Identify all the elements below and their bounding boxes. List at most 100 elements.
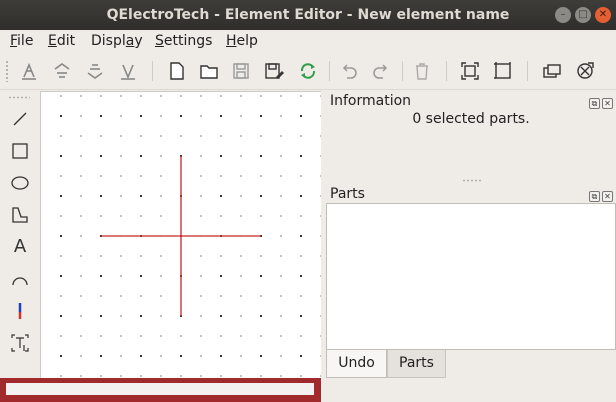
open-icon[interactable] (198, 60, 220, 82)
grid-dot (140, 335, 142, 337)
zoom-fit-icon[interactable] (459, 60, 481, 82)
grid-dot (160, 255, 162, 257)
save-icon[interactable] (230, 60, 252, 82)
arc-icon[interactable] (9, 268, 31, 290)
grid-dot (120, 135, 122, 137)
canvas-grid[interactable] (41, 92, 321, 378)
grid-dot (180, 135, 182, 137)
grid-dot (80, 355, 82, 357)
text-icon[interactable]: A (9, 236, 31, 258)
grid-dot (99, 274, 103, 278)
drawing-canvas[interactable] (40, 91, 321, 378)
menu-file[interactable]: File (10, 33, 33, 49)
tools-grip[interactable] (8, 96, 30, 99)
main-toolbar (0, 52, 616, 90)
dock-resize-grip[interactable] (462, 179, 482, 182)
close-icon[interactable]: ✕ (595, 7, 611, 23)
grid-dot (220, 255, 222, 257)
grid-dot (260, 335, 262, 337)
menu-display[interactable]: Display (91, 33, 143, 49)
grid-dot (299, 274, 303, 278)
new-icon[interactable] (166, 60, 188, 82)
lower-icon[interactable] (84, 60, 106, 82)
grid-dot (100, 335, 102, 337)
line-icon[interactable] (9, 108, 31, 130)
close-icon[interactable]: ✕ (602, 191, 613, 202)
grid-dot (160, 195, 162, 197)
window-title: QElectroTech - Element Editor - New elem… (106, 7, 510, 23)
grid-dot (140, 255, 142, 257)
toolbar-separator (446, 61, 447, 81)
grid-dot (240, 115, 242, 117)
rectangle-icon[interactable] (9, 140, 31, 162)
grid-dot (200, 195, 202, 197)
grid-dot (280, 195, 282, 197)
grid-dot (120, 335, 122, 337)
grid-dot (299, 114, 303, 118)
grid-dot (140, 175, 142, 177)
menu-help[interactable]: Help (226, 33, 258, 49)
grid-dot (300, 175, 302, 177)
grid-dot (140, 295, 142, 297)
grid-dot (300, 255, 302, 257)
grid-dot (59, 234, 63, 238)
grid-dot (80, 315, 82, 317)
toolbar-separator (527, 61, 528, 81)
undo-icon[interactable] (338, 60, 360, 82)
check-element-icon[interactable] (574, 60, 596, 82)
grid-dot (120, 215, 122, 217)
grid-dot (59, 154, 63, 158)
grid-dot (300, 335, 302, 337)
grid-dot (99, 354, 103, 358)
parts-list[interactable] (326, 203, 616, 350)
reload-icon[interactable] (297, 60, 319, 82)
grid-dot (139, 114, 143, 118)
grid-dot (139, 354, 143, 358)
menu-settings[interactable]: Settings (155, 33, 212, 49)
dock-tabs: Undo Parts (326, 350, 616, 380)
grid-dot (240, 95, 242, 97)
grid-dot (179, 114, 183, 118)
grid-dot (140, 135, 142, 137)
polygon-icon[interactable] (9, 204, 31, 226)
grid-dot (80, 135, 82, 137)
minimize-icon[interactable]: – (555, 7, 571, 23)
grid-dot (80, 95, 82, 97)
send-backward-icon[interactable] (117, 60, 139, 82)
toolbar-grip[interactable] (5, 60, 9, 82)
redo-icon[interactable] (370, 60, 392, 82)
save-as-icon[interactable] (263, 60, 285, 82)
grid-dot (139, 194, 143, 198)
grid-dot (139, 154, 143, 158)
float-icon[interactable]: ⧉ (589, 98, 600, 109)
grid-dot (179, 354, 183, 358)
grid-dot (280, 335, 282, 337)
grid-dot (180, 95, 182, 97)
grid-dot (299, 154, 303, 158)
close-icon[interactable]: ✕ (602, 98, 613, 109)
grid-dot (120, 115, 122, 117)
grid-dot (259, 194, 263, 198)
delete-icon[interactable] (411, 60, 433, 82)
tab-parts[interactable]: Parts (387, 350, 446, 378)
bring-forward-icon[interactable] (18, 60, 40, 82)
terminal-icon[interactable] (9, 300, 31, 322)
grid-dot (280, 275, 282, 277)
raise-icon[interactable] (51, 60, 73, 82)
grid-dot (120, 155, 122, 157)
dynamic-text-icon[interactable] (9, 332, 31, 354)
edit-author-icon[interactable] (541, 60, 563, 82)
zoom-reset-icon[interactable] (492, 60, 514, 82)
ellipse-icon[interactable] (9, 172, 31, 194)
toolbar-separator (329, 61, 330, 81)
tab-undo[interactable]: Undo (326, 350, 387, 378)
grid-dot (280, 95, 282, 97)
float-icon[interactable]: ⧉ (589, 191, 600, 202)
toolbar-separator (402, 61, 403, 81)
grid-dot (240, 275, 242, 277)
grid-dot (260, 135, 262, 137)
grid-dot (80, 275, 82, 277)
grid-dot (140, 375, 142, 377)
menu-edit[interactable]: Edit (48, 33, 75, 49)
maximize-icon[interactable]: □ (575, 7, 591, 23)
